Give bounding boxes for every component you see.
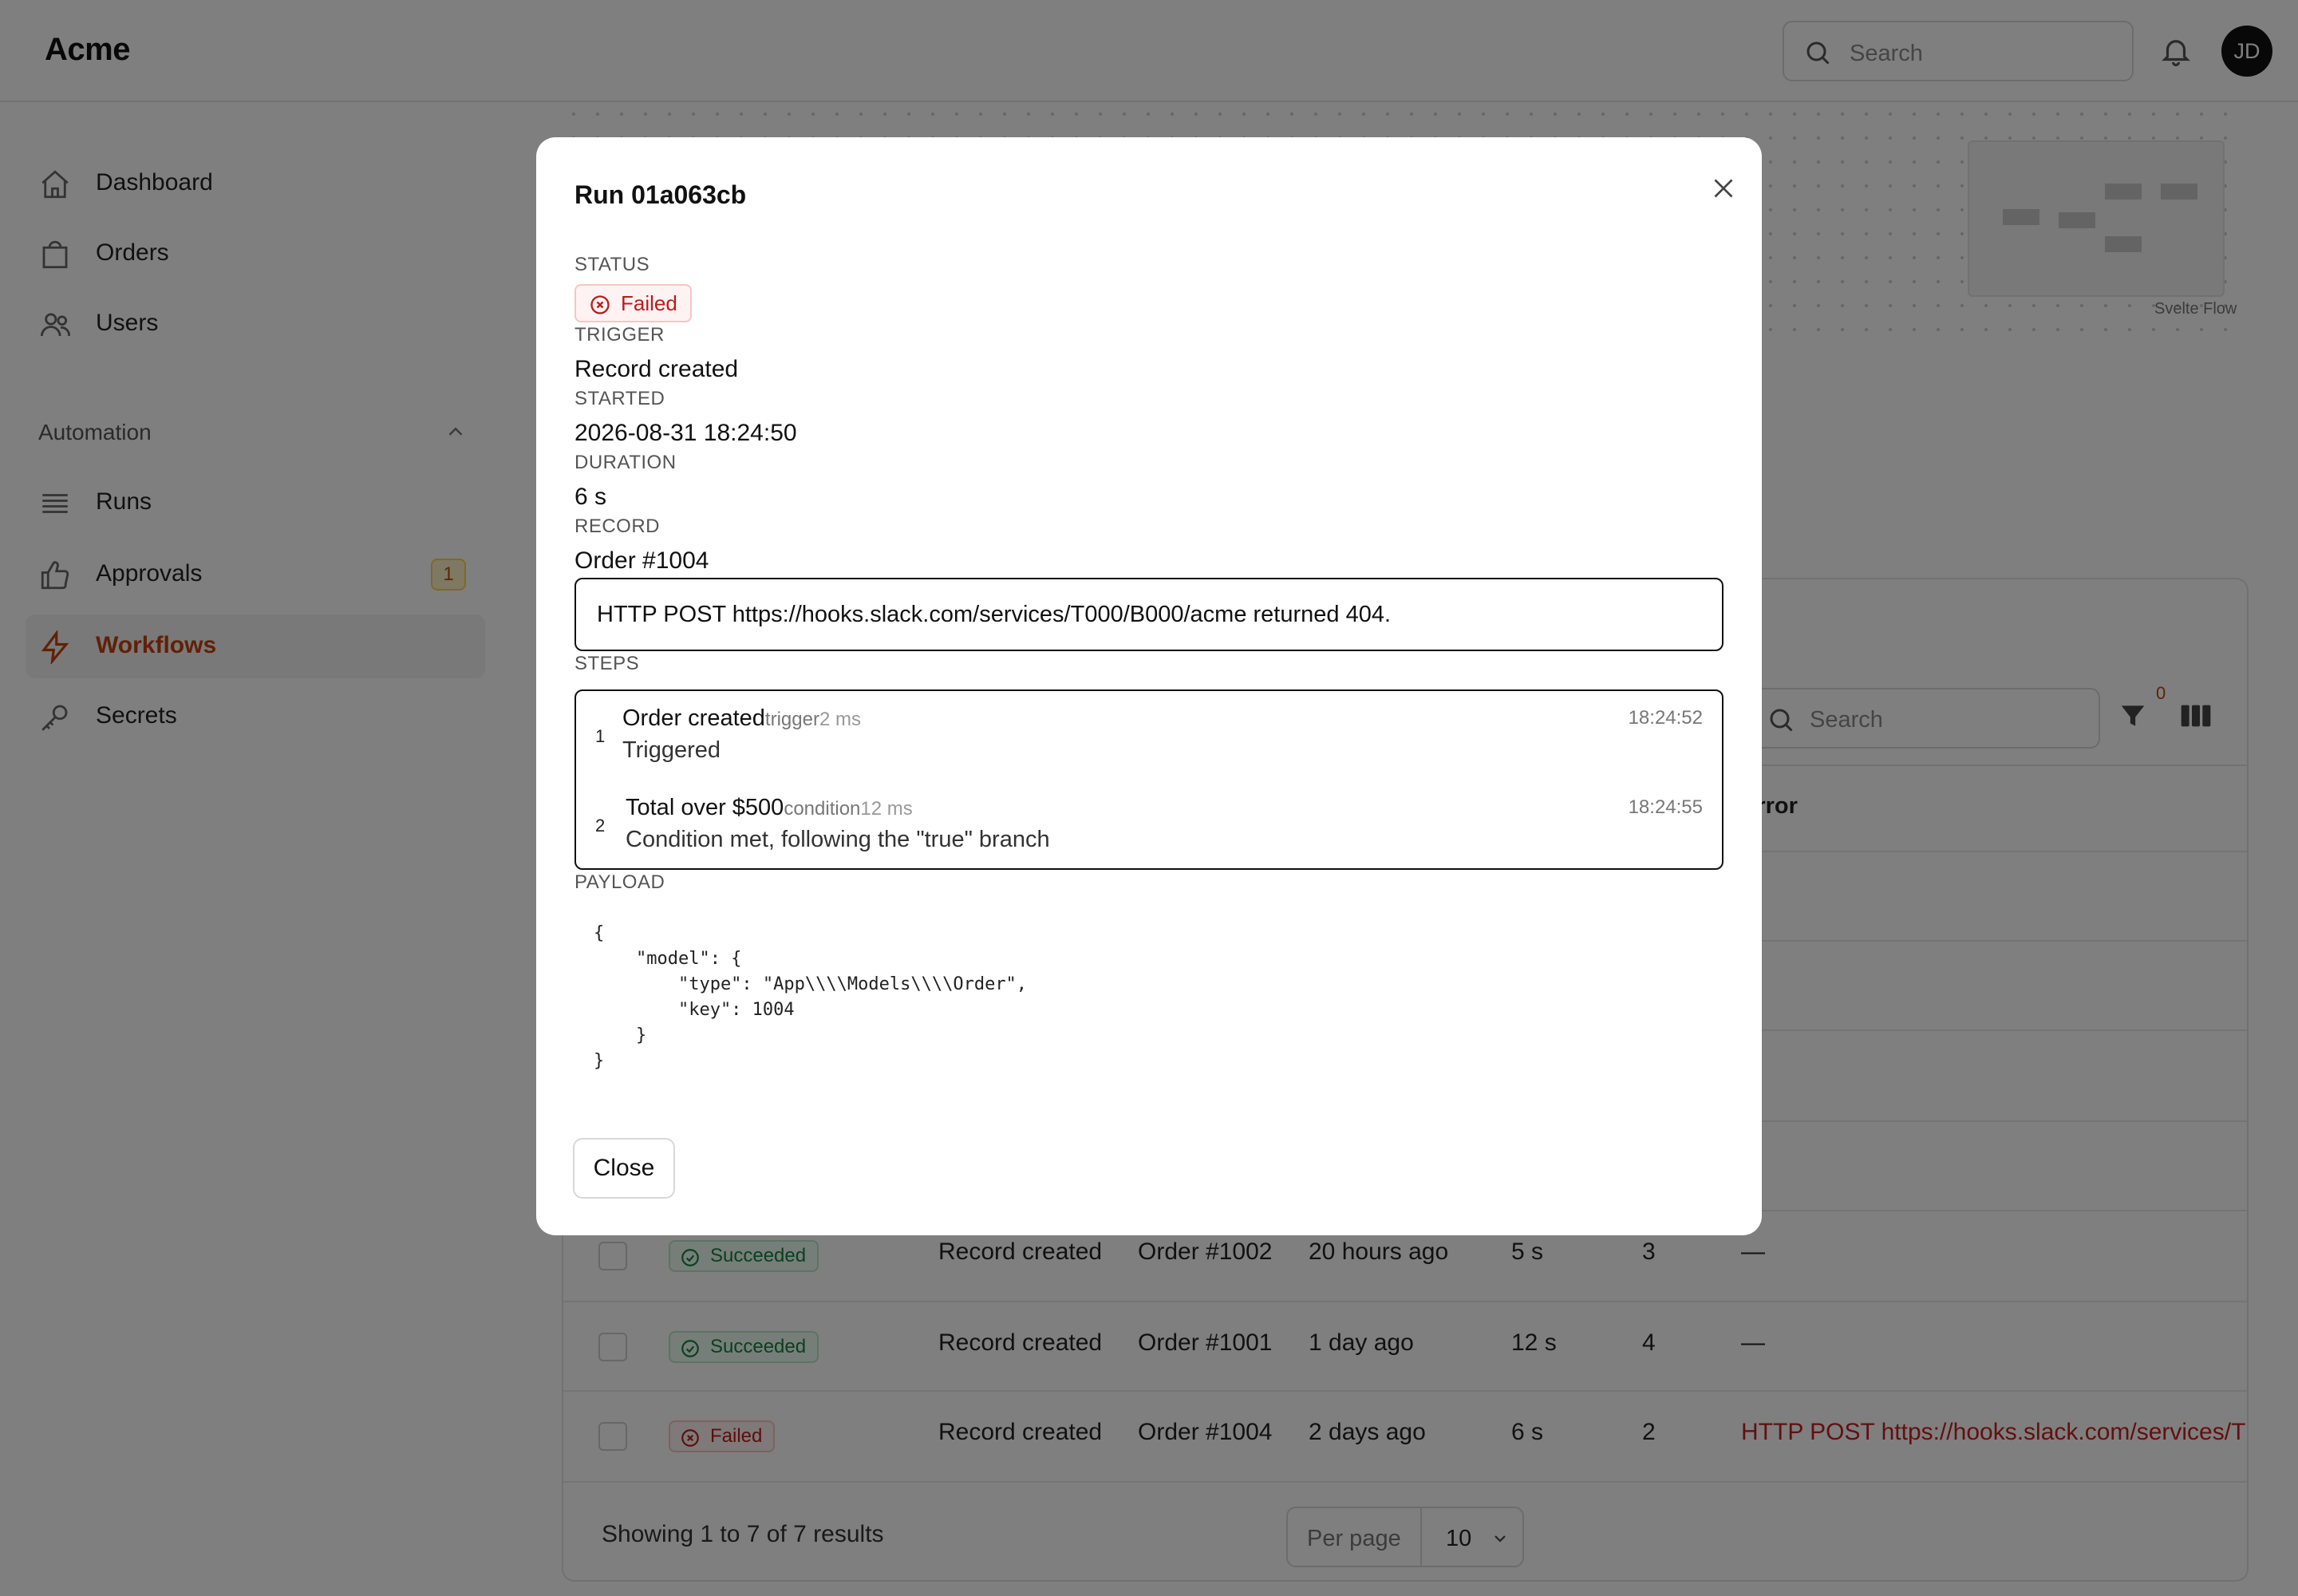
record-value[interactable]: Order #1004 — [574, 547, 709, 575]
payload-json: { "model": { "type": "App\\\\Models\\\\O… — [594, 923, 1028, 1071]
status-badge: Failed — [574, 284, 692, 322]
status-label: STATUS — [574, 254, 650, 275]
x-circle-icon — [589, 294, 611, 316]
close-icon[interactable] — [1701, 166, 1746, 211]
close-button[interactable]: Close — [573, 1138, 675, 1199]
step-name: Order createdtrigger2 ms — [622, 705, 861, 731]
step-time: 18:24:52 — [1628, 707, 1703, 729]
run-details-modal: Run 01a063cb STATUS Failed TRIGGER Recor… — [536, 137, 1762, 1235]
duration-label: DURATION — [574, 452, 677, 473]
error-message: HTTP POST https://hooks.slack.com/servic… — [597, 602, 1392, 627]
record-label: RECORD — [574, 516, 661, 537]
step-detail: Triggered — [622, 737, 721, 763]
error-message-box: HTTP POST https://hooks.slack.com/servic… — [574, 578, 1724, 651]
duration-value: 6 s — [574, 484, 607, 510]
started-label: STARTED — [574, 388, 665, 409]
steps-label: STEPS — [574, 653, 640, 674]
started-value: 2026-08-31 18:24:50 — [574, 420, 797, 446]
step-item: 1 Order createdtrigger2 ms Triggered 18:… — [576, 691, 1722, 771]
step-number: 2 — [595, 816, 606, 836]
step-item: 2 Total over $500condition12 ms Conditio… — [576, 780, 1722, 860]
step-detail: Condition met, following the "true" bran… — [626, 827, 1050, 852]
step-time: 18:24:55 — [1628, 796, 1703, 818]
payload-label: PAYLOAD — [574, 871, 665, 893]
steps-list: 1 Order createdtrigger2 ms Triggered 18:… — [574, 689, 1724, 870]
trigger-label: TRIGGER — [574, 324, 665, 346]
modal-title: Run 01a063cb — [574, 180, 747, 209]
step-number: 1 — [595, 726, 606, 746]
trigger-value: Record created — [574, 356, 739, 382]
step-name: Total over $500condition12 ms — [626, 795, 913, 820]
